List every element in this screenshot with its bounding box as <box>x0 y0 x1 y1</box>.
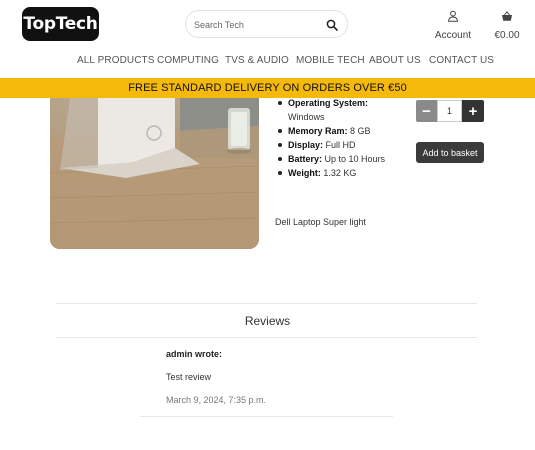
spec-value: Full HD <box>325 140 356 150</box>
search-input[interactable] <box>194 16 324 34</box>
spec-value: 1.32 KG <box>323 168 357 178</box>
spec-label: Memory Ram: <box>288 126 348 136</box>
spec-value: Windows <box>288 112 325 122</box>
divider <box>140 416 393 417</box>
spec-label: Operating System: <box>288 98 369 108</box>
account-link[interactable]: Account <box>430 9 476 41</box>
spec-value: Up to 10 Hours <box>324 154 386 164</box>
nav-all-products[interactable]: ALL PRODUCTS <box>77 55 155 66</box>
spec-label: Battery: <box>288 154 323 164</box>
delivery-banner: FREE STANDARD DELIVERY ON ORDERS OVER €5… <box>0 78 535 98</box>
spec-operating-system: Operating System: Windows <box>276 96 396 124</box>
nav-contact-us[interactable]: CONTACT US <box>429 55 494 66</box>
nav-about-us[interactable]: ABOUT US <box>369 55 421 66</box>
increment-quantity-button[interactable]: + <box>462 100 484 122</box>
review-text: Test review <box>166 372 212 382</box>
spec-display: Display: Full HD <box>276 138 396 152</box>
search-icon[interactable] <box>326 18 338 31</box>
spec-label: Weight: <box>288 168 321 178</box>
spec-memory-ram: Memory Ram: 8 GB <box>276 124 396 138</box>
spec-value: 8 GB <box>350 126 371 136</box>
account-label: Account <box>434 30 472 41</box>
user-icon <box>447 9 459 26</box>
reviews-heading: Reviews <box>244 314 291 328</box>
nav-tvs-audio[interactable]: TVS & AUDIO <box>225 55 289 66</box>
spec-battery: Battery: Up to 10 Hours <box>276 152 396 166</box>
divider <box>56 303 477 304</box>
add-to-basket-button[interactable]: Add to basket <box>416 142 484 163</box>
quantity-input[interactable]: 1 <box>437 100 462 122</box>
main-nav: ALL PRODUCTS COMPUTING TVS & AUDIO MOBIL… <box>0 55 535 69</box>
product-specs: Operating System: Windows Memory Ram: 8 … <box>276 96 396 180</box>
spec-weight: Weight: 1.32 KG <box>276 166 396 180</box>
basket-icon <box>501 9 513 26</box>
nav-mobile-tech[interactable]: MOBILE TECH <box>296 55 365 66</box>
product-short-description: Dell Laptop Super light <box>275 217 367 227</box>
decrement-quantity-button[interactable]: − <box>416 100 437 122</box>
nav-computing[interactable]: COMPUTING <box>157 55 219 66</box>
basket-total: €0.00 <box>494 30 520 41</box>
review-date: March 9, 2024, 7:35 p.m. <box>166 395 267 405</box>
basket-link[interactable]: €0.00 <box>490 9 524 41</box>
site-logo[interactable]: TopTech <box>22 7 99 41</box>
divider <box>56 337 477 338</box>
product-image <box>50 98 259 249</box>
spec-label: Display: <box>288 140 324 150</box>
review-author: admin wrote: <box>166 349 223 359</box>
search-bar <box>185 10 348 38</box>
